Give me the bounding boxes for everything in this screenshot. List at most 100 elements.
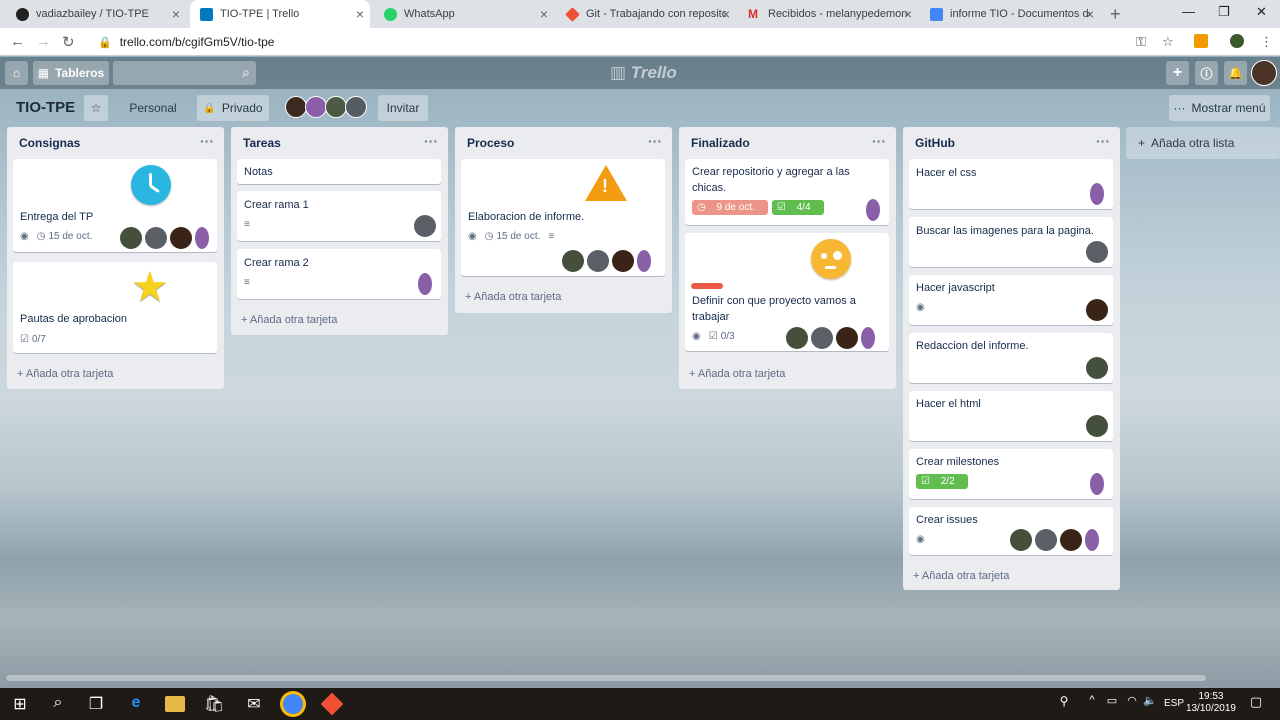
member-avatar[interactable]	[811, 327, 833, 349]
minimize-button[interactable]: —	[1182, 4, 1195, 19]
member-avatar[interactable]	[120, 227, 142, 249]
new-tab-button[interactable]: +	[1110, 4, 1121, 25]
bookmark-star-icon[interactable]: ☆	[1162, 34, 1174, 50]
language-indicator[interactable]: ESP	[1164, 698, 1184, 709]
chrome-menu-icon[interactable]: ⋮	[1260, 34, 1273, 50]
member-avatar[interactable]	[325, 96, 347, 118]
member-avatar[interactable]	[637, 250, 651, 272]
card[interactable]: Crear rama 2 ≡	[237, 249, 441, 299]
member-avatar[interactable]	[1086, 299, 1108, 321]
card[interactable]: Hacer el css	[909, 159, 1113, 209]
mail-icon[interactable]: ✉	[244, 694, 264, 714]
card[interactable]: Redaccion del informe.	[909, 333, 1113, 383]
browser-tab[interactable]: informe TIO - Documentos de ×	[920, 0, 1100, 28]
git-icon[interactable]	[320, 692, 344, 716]
member-avatar[interactable]	[861, 327, 875, 349]
store-icon[interactable]: 🛍	[204, 694, 224, 714]
show-menu-button[interactable]: ··· Mostrar menú	[1169, 95, 1270, 121]
file-explorer-icon[interactable]	[165, 696, 185, 712]
list-header[interactable]: GitHub ···	[903, 127, 1120, 159]
browser-tab-active[interactable]: TIO-TPE | Trello ×	[190, 0, 370, 28]
add-card-button[interactable]: + Añada otra tarjeta	[689, 368, 785, 380]
member-avatar[interactable]	[418, 273, 432, 295]
address-bar[interactable]: 🔒 trello.com/b/cgifGm5V/tio-tpe	[90, 31, 1170, 53]
invite-button[interactable]: Invitar	[378, 95, 428, 121]
member-avatar[interactable]	[1086, 241, 1108, 263]
member-avatar[interactable]	[562, 250, 584, 272]
visibility-button[interactable]: 🔒 Privado	[197, 95, 269, 121]
close-icon[interactable]: ×	[172, 6, 180, 22]
member-avatar[interactable]	[612, 250, 634, 272]
member-avatar[interactable]	[170, 227, 192, 249]
browser-tab[interactable]: vadiazbailey / TIO-TPE ×	[6, 0, 186, 28]
more-icon[interactable]: ···	[1096, 133, 1110, 149]
card[interactable]: Hacer el html	[909, 391, 1113, 441]
card[interactable]: Buscar las imagenes para la pagina.	[909, 217, 1113, 267]
extension-icon[interactable]	[1230, 34, 1244, 48]
card[interactable]: Crear repositorio y agregar a las chicas…	[685, 159, 889, 225]
close-window-button[interactable]: ✕	[1256, 4, 1267, 20]
card[interactable]: Crear issues ◉	[909, 507, 1113, 555]
volume-icon[interactable]: 🔈	[1140, 694, 1160, 714]
search-icon[interactable]: ⌕	[48, 694, 68, 714]
member-avatar[interactable]	[836, 327, 858, 349]
member-avatar[interactable]	[587, 250, 609, 272]
member-avatar[interactable]	[195, 227, 209, 249]
star-board-button[interactable]: ☆	[84, 95, 108, 121]
browser-tab[interactable]: M Recibidos - melanypedemonte ×	[738, 0, 918, 28]
card[interactable]: Crear rama 1 ≡	[237, 191, 441, 241]
more-icon[interactable]: ···	[200, 133, 214, 149]
list-header[interactable]: Proceso ···	[455, 127, 672, 159]
add-card-button[interactable]: + Añada otra tarjeta	[17, 368, 113, 380]
forward-icon[interactable]: →	[36, 33, 51, 50]
people-icon[interactable]: ⚲	[1054, 694, 1074, 714]
trello-logo[interactable]: ▥ Trello	[610, 63, 677, 83]
close-icon[interactable]: ×	[904, 6, 912, 22]
more-icon[interactable]: ···	[648, 133, 662, 149]
windows-start-icon[interactable]: ⊞	[10, 694, 30, 714]
member-avatar[interactable]	[414, 215, 436, 237]
card-label-red[interactable]	[691, 283, 723, 289]
card[interactable]: Notas	[237, 159, 441, 184]
back-icon[interactable]: ←	[10, 33, 25, 50]
close-icon[interactable]: ×	[722, 6, 730, 22]
card[interactable]: Crear milestones ☑ 2/2	[909, 449, 1113, 499]
member-avatar[interactable]	[145, 227, 167, 249]
notifications-icon[interactable]: ▢	[1246, 694, 1266, 714]
close-icon[interactable]: ×	[540, 6, 548, 22]
battery-icon[interactable]: ▭	[1102, 694, 1122, 714]
member-avatar[interactable]	[285, 96, 307, 118]
list-header[interactable]: Tareas ···	[231, 127, 448, 159]
list-header[interactable]: Finalizado ···	[679, 127, 896, 159]
member-avatar[interactable]	[1086, 415, 1108, 437]
wifi-icon[interactable]: ◠	[1122, 694, 1142, 714]
list-header[interactable]: Consignas ···	[7, 127, 224, 159]
chevron-up-icon[interactable]: ^	[1082, 694, 1102, 714]
member-avatar[interactable]	[786, 327, 808, 349]
add-list-button[interactable]: + Añada otra lista	[1126, 127, 1280, 159]
card[interactable]: Definir con que proyecto vamos a trabaja…	[685, 233, 889, 351]
member-avatar[interactable]	[1060, 529, 1082, 551]
info-button[interactable]: ⓘ	[1195, 61, 1218, 85]
member-avatar[interactable]	[1010, 529, 1032, 551]
search-input[interactable]: ⌕	[113, 61, 256, 85]
user-avatar[interactable]	[1251, 60, 1277, 86]
member-avatar[interactable]	[866, 199, 880, 221]
add-card-button[interactable]: + Añada otra tarjeta	[465, 291, 561, 303]
create-button[interactable]: +	[1166, 61, 1189, 85]
add-card-button[interactable]: + Añada otra tarjeta	[913, 570, 1009, 582]
extension-icon[interactable]	[1194, 34, 1208, 48]
chrome-icon[interactable]	[283, 694, 303, 714]
member-avatar[interactable]	[1085, 529, 1099, 551]
card[interactable]: ! Elaboracion de informe. ◉ ◷ 15 de oct.…	[461, 159, 665, 276]
board-title[interactable]: TIO-TPE	[16, 99, 75, 116]
close-icon[interactable]: ×	[356, 6, 364, 22]
maximize-button[interactable]: ❐	[1218, 4, 1230, 20]
home-button[interactable]: ⌂	[5, 61, 28, 85]
browser-tab[interactable]: Git - Trabajando con repositori ×	[556, 0, 736, 28]
card[interactable]: Hacer javascript ◉	[909, 275, 1113, 325]
card[interactable]: Entrega del TP ◉ ◷ 15 de oct.	[13, 159, 217, 252]
task-view-icon[interactable]: ❐	[86, 694, 106, 714]
more-icon[interactable]: ···	[872, 133, 886, 149]
key-icon[interactable]: ⚿	[1136, 34, 1146, 50]
